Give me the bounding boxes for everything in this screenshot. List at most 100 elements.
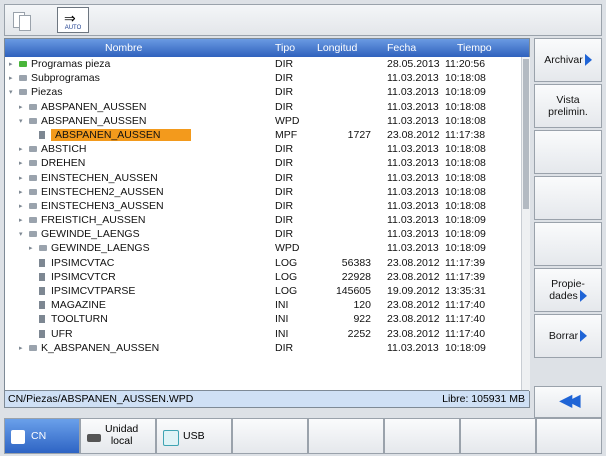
row-name: GEWINDE_LAENGS — [51, 242, 150, 255]
row-date: 11.03.2013 — [387, 199, 439, 212]
archive-button[interactable]: Archivar — [534, 38, 602, 82]
row-length: 1727 — [347, 128, 371, 141]
delete-label: Borrar — [548, 329, 579, 342]
row-time: 10:18:08 — [445, 114, 486, 127]
row-time: 11:17:40 — [445, 327, 486, 340]
col-date[interactable]: Fecha — [387, 42, 416, 54]
table-row[interactable]: ABSPANEN_AUSSEN MPF 1727 23.08.2012 11:17:38 — [5, 128, 519, 142]
table-row[interactable]: ▸ EINSTECHEN_AUSSEN DIR 11.03.2013 10:18:08 — [5, 171, 519, 185]
col-name[interactable]: Nombre — [105, 42, 142, 54]
table-row[interactable]: ▸ EINSTECHEN3_AUSSEN DIR 11.03.2013 10:18:08 — [5, 199, 519, 213]
arrow-right-icon — [584, 54, 592, 67]
row-date: 23.08.2012 — [387, 327, 440, 340]
table-row[interactable]: ▸ GEWINDE_LAENGS WPD 11.03.2013 10:18:09 — [5, 241, 519, 255]
bottom-softkey-5[interactable] — [308, 418, 384, 454]
tree-expander-icon[interactable]: ▸ — [19, 188, 23, 196]
tree-expander-icon[interactable]: ▸ — [9, 60, 13, 68]
folder-icon — [19, 61, 27, 67]
copy-pages-icon[interactable] — [11, 10, 41, 32]
row-length: 22928 — [341, 270, 371, 283]
cn-label: CN — [31, 430, 47, 442]
table-row[interactable]: ▸ DREHEN DIR 11.03.2013 10:18:08 — [5, 156, 519, 170]
table-row[interactable]: UFR INI 2252 23.08.2012 11:17:40 — [5, 327, 519, 341]
row-date: 11.03.2013 — [387, 72, 439, 85]
row-name: DREHEN — [41, 157, 86, 170]
tree-expander-icon[interactable]: ▾ — [19, 117, 23, 125]
top-toolbar: ⇒ AUTO — [4, 4, 602, 36]
row-length: 2252 — [347, 327, 371, 340]
table-row[interactable]: IPSIMCVTAC LOG 56383 23.08.2012 11:17:39 — [5, 256, 519, 270]
row-date: 11.03.2013 — [387, 100, 439, 113]
table-row[interactable]: ▾ ABSPANEN_AUSSEN WPD 11.03.2013 10:18:08 — [5, 114, 519, 128]
row-length: 145605 — [335, 285, 371, 297]
folder-icon — [29, 202, 37, 209]
tree-expander-icon[interactable]: ▸ — [19, 103, 23, 111]
table-row[interactable]: ▸ Programas pieza DIR 28.05.2013 11:20:56 — [5, 57, 519, 71]
tree-expander-icon[interactable]: ▸ — [19, 145, 23, 153]
table-row[interactable]: ▸ K_ABSPANEN_AUSSEN DIR 11.03.2013 10:18:09 — [5, 341, 519, 355]
table-row[interactable]: ▸ Subprogramas DIR 11.03.2013 10:18:08 — [5, 71, 519, 85]
col-length[interactable]: Longitud — [317, 42, 357, 54]
local-drive-label: Unidad local — [105, 423, 139, 447]
preview-label-1: Vista — [556, 94, 580, 106]
col-type[interactable]: Tipo — [275, 42, 295, 54]
tree-expander-icon[interactable]: ▸ — [19, 174, 23, 182]
table-row[interactable]: TOOLTURN INI 922 23.08.2012 11:17:40 — [5, 312, 519, 326]
folder-icon — [29, 146, 37, 153]
table-row[interactable]: ▾ GEWINDE_LAENGS DIR 11.03.2013 10:18:09 — [5, 227, 519, 241]
table-row[interactable]: ▸ EINSTECHEN2_AUSSEN DIR 11.03.2013 10:18:08 — [5, 185, 519, 199]
table-row[interactable]: IPSIMCVTCR LOG 22928 23.08.2012 11:17:39 — [5, 270, 519, 284]
table-row[interactable]: ▸ FREISTICH_AUSSEN DIR 11.03.2013 10:18:09 — [5, 213, 519, 227]
column-header: Nombre Tipo Longitud Fecha Tiempo — [5, 39, 529, 57]
softkey-4[interactable] — [534, 176, 602, 220]
row-name: Programas pieza — [31, 58, 111, 70]
tree-expander-icon[interactable]: ▸ — [19, 344, 23, 352]
row-date: 23.08.2012 — [387, 313, 440, 326]
softkey-3[interactable] — [534, 130, 602, 174]
arrow-right-icon — [580, 330, 588, 343]
cn-tab[interactable]: CN — [4, 418, 80, 454]
tree-expander-icon[interactable]: ▸ — [29, 244, 33, 252]
tree-expander-icon[interactable]: ▸ — [19, 202, 23, 210]
tree-expander-icon[interactable]: ▾ — [19, 230, 23, 238]
table-row[interactable]: MAGAZINE INI 120 23.08.2012 11:17:40 — [5, 298, 519, 312]
row-type: INI — [275, 327, 289, 340]
softkey-5[interactable] — [534, 222, 602, 266]
operator-screen: ⇒ AUTO Nombre Tipo Longitud Fecha Tiempo… — [0, 0, 606, 456]
scrollbar[interactable] — [521, 57, 530, 391]
scrollbar-thumb[interactable] — [523, 59, 529, 209]
row-time: 11:17:39 — [445, 256, 486, 269]
row-time: 10:18:09 — [445, 228, 486, 241]
bottom-softkey-7[interactable] — [460, 418, 536, 454]
folder-icon — [29, 231, 37, 238]
row-time: 11:17:40 — [445, 313, 486, 326]
table-row[interactable]: IPSIMCVTPARSE LOG 145605 19.09.2012 13:35:31 — [5, 284, 519, 298]
properties-button[interactable]: Propie-dades — [534, 268, 602, 312]
delete-button[interactable]: Borrar — [534, 314, 602, 358]
row-name: GEWINDE_LAENGS — [41, 228, 140, 241]
col-time[interactable]: Tiempo — [457, 42, 492, 54]
row-type: DIR — [275, 72, 294, 85]
tree-expander-icon[interactable]: ▾ — [9, 88, 13, 96]
usb-tab[interactable]: USB — [156, 418, 232, 454]
row-time: 11:20:56 — [445, 58, 486, 70]
tree-expander-icon[interactable]: ▸ — [19, 216, 23, 224]
row-date: 11.03.2013 — [387, 86, 439, 99]
tree-expander-icon[interactable]: ▸ — [19, 159, 23, 167]
back-button[interactable]: ◀◀ — [534, 386, 602, 418]
auto-mode-icon[interactable]: ⇒ AUTO — [57, 7, 89, 33]
row-time: 10:18:08 — [445, 171, 486, 184]
table-row[interactable]: ▾ Piezas DIR 11.03.2013 10:18:09 — [5, 85, 519, 99]
archive-label: Archivar — [544, 53, 583, 66]
table-row[interactable]: ▸ ABSTICH DIR 11.03.2013 10:18:08 — [5, 142, 519, 156]
file-icon — [39, 287, 45, 295]
bottom-softkey-8[interactable] — [536, 418, 602, 454]
tree-expander-icon[interactable]: ▸ — [9, 74, 13, 82]
bottom-softkey-6[interactable] — [384, 418, 460, 454]
properties-label-2: dades — [549, 289, 578, 302]
table-row[interactable]: ▸ ABSPANEN_AUSSEN DIR 11.03.2013 10:18:08 — [5, 100, 519, 114]
row-length: 922 — [353, 313, 371, 326]
preview-button[interactable]: Vista prelimin. — [534, 84, 602, 128]
bottom-softkey-4[interactable] — [232, 418, 308, 454]
local-drive-tab[interactable]: Unidad local — [80, 418, 156, 454]
